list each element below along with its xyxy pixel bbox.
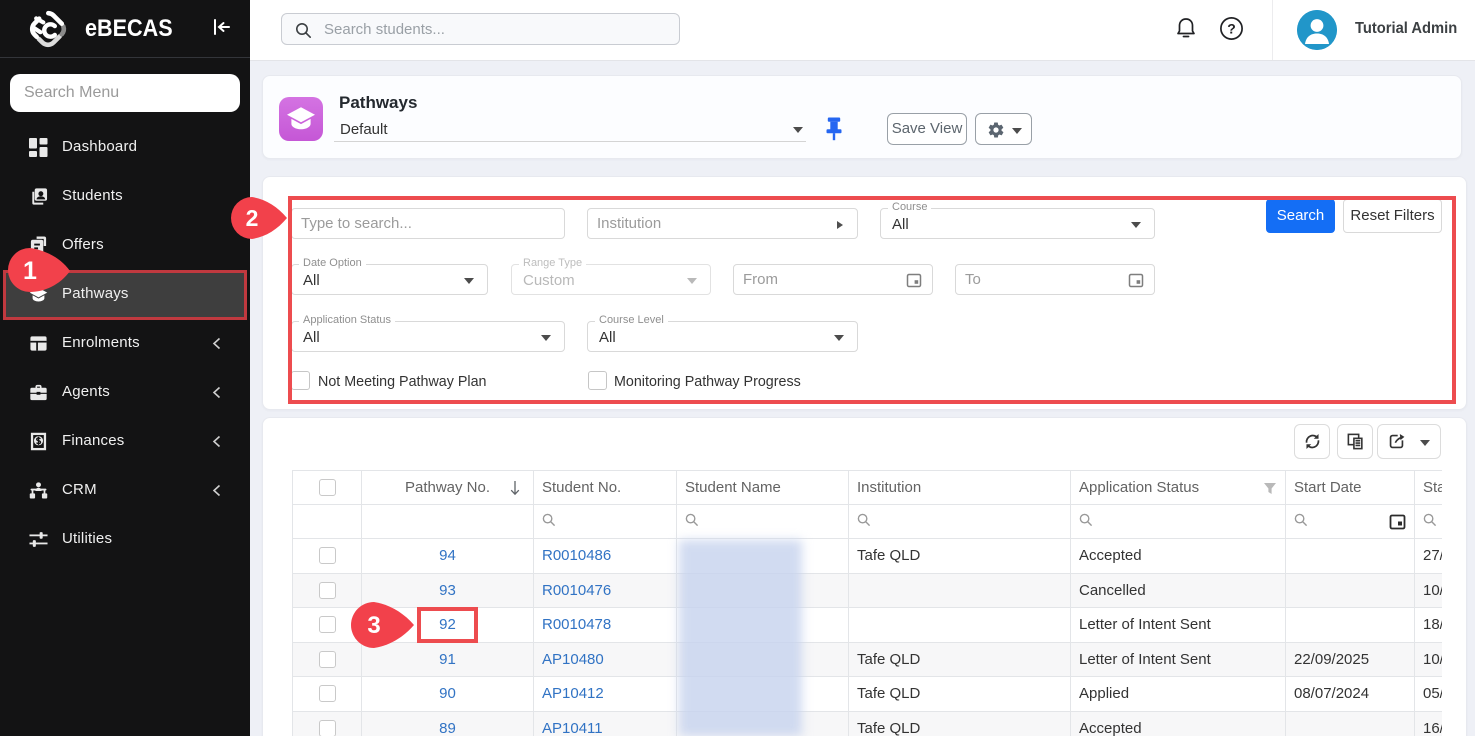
svg-text:2: 2 — [246, 205, 259, 231]
svg-text:3: 3 — [367, 612, 380, 639]
svg-text:1: 1 — [23, 257, 37, 285]
svg-text:?: ? — [1227, 20, 1236, 36]
